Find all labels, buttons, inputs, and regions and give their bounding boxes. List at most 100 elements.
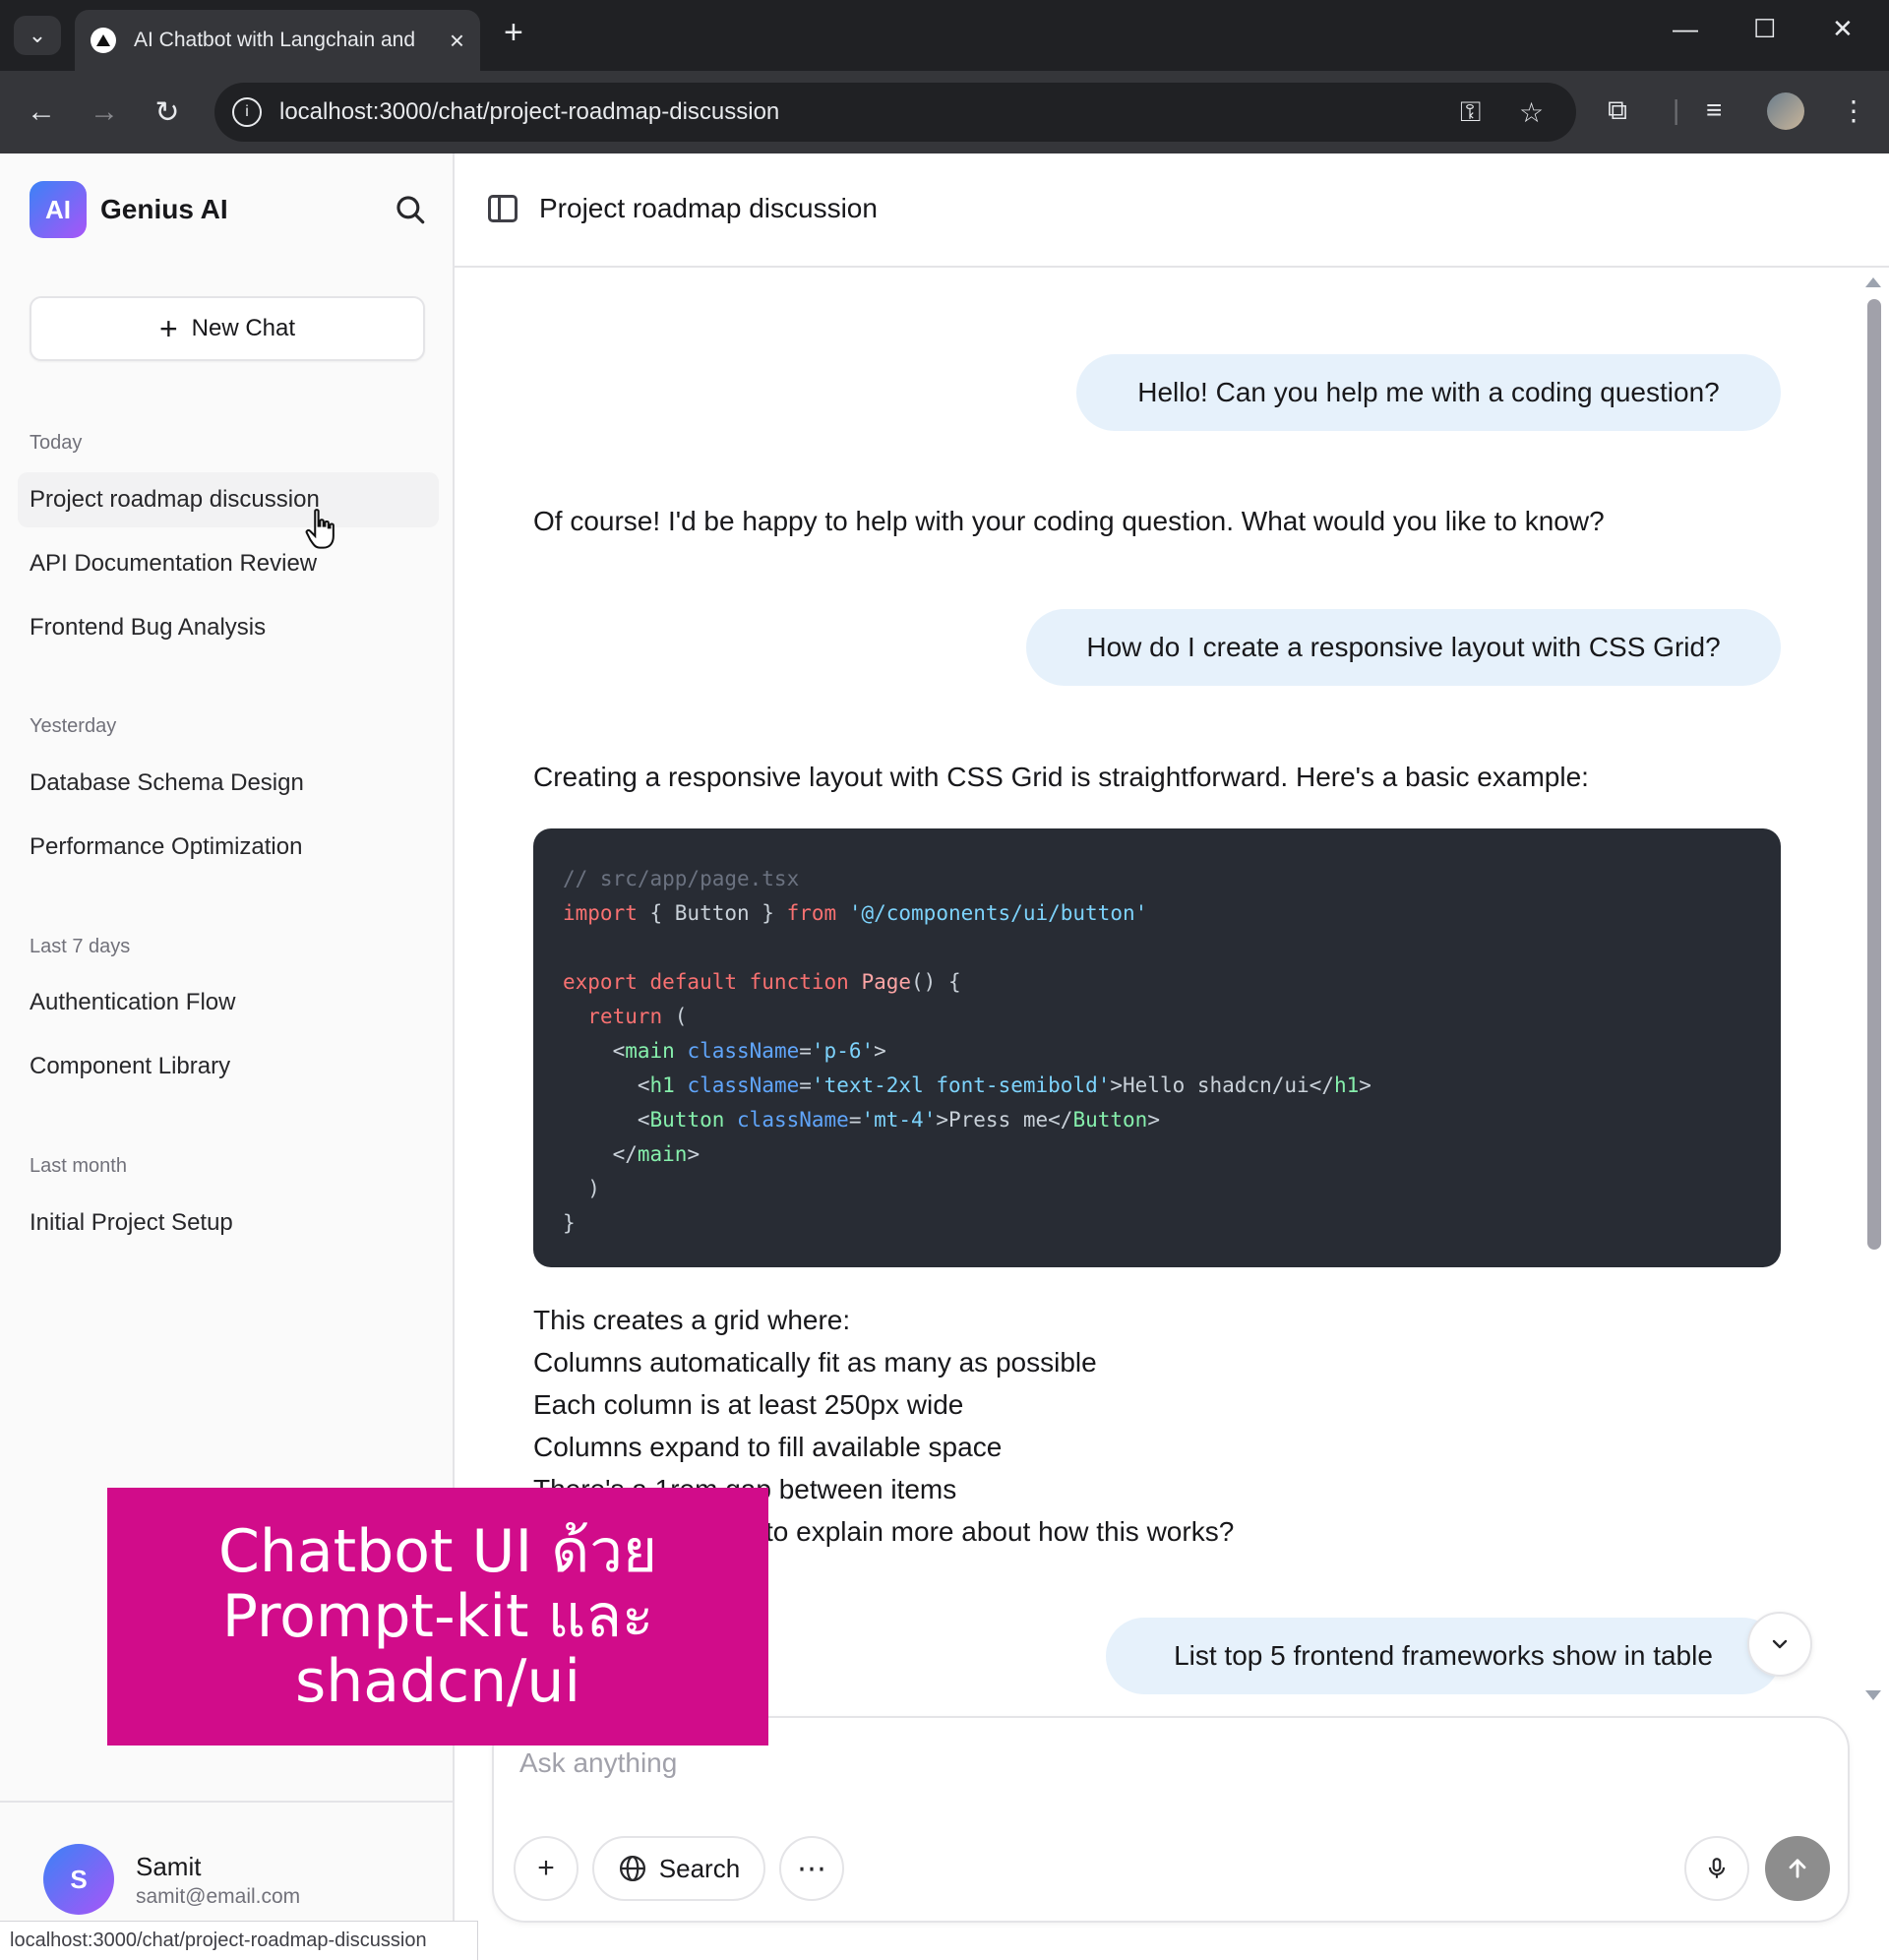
chat-item-label: Database Schema Design [30, 769, 304, 796]
new-chat-label: New Chat [191, 315, 296, 341]
add-attachment-button[interactable]: + [514, 1836, 579, 1901]
chat-header: Project roadmap discussion [455, 153, 1889, 268]
prompt-input[interactable] [519, 1742, 1798, 1785]
group-label-last-month: Last month [30, 1155, 127, 1177]
assistant-line: Each column is at least 250px wide [533, 1389, 964, 1420]
minimize-icon[interactable]: — [1673, 14, 1698, 44]
code-keyword: return [587, 1005, 663, 1028]
hand-cursor-icon [305, 509, 335, 549]
chat-item-auth-flow[interactable]: Authentication Flow [18, 975, 439, 1030]
code-text: ) [587, 1177, 600, 1200]
code-string: 'mt-4' [861, 1108, 937, 1132]
new-tab-button[interactable]: + [504, 14, 523, 52]
chat-item-component-library[interactable]: Component Library [18, 1039, 439, 1094]
app-root: ⌄ AI Chatbot with Langchain and × + — ☐ … [0, 0, 1889, 1960]
forward-icon[interactable]: → [83, 91, 126, 134]
chat-item-label: Project roadmap discussion [30, 486, 320, 513]
code-keyword: import [563, 901, 638, 925]
media-controls-icon[interactable]: ≡ [1706, 94, 1722, 126]
code-tag: h1 [649, 1073, 675, 1097]
chat-item-label: Initial Project Setup [30, 1209, 233, 1236]
overlay-line: Chatbot UI ด้วย [217, 1517, 658, 1586]
site-info-icon[interactable]: i [232, 97, 262, 127]
code-text: Hello shadcn/ui [1123, 1073, 1310, 1097]
user-name: Samit [136, 1852, 202, 1881]
new-chat-button[interactable]: + New Chat [30, 296, 425, 361]
search-toggle-label: Search [658, 1853, 741, 1883]
arrow-up-icon [1789, 1859, 1806, 1878]
link-status-bar: localhost:3000/chat/project-roadmap-disc… [0, 1921, 478, 1960]
overlay-line: Prompt-kit และ [221, 1582, 654, 1651]
code-keyword: from [786, 901, 837, 925]
code-attr: className [687, 1039, 800, 1063]
code-tag: main [625, 1039, 675, 1063]
favicon-icon [91, 28, 116, 53]
globe-icon [619, 1856, 645, 1881]
assistant-message: Of course! I'd be happy to help with you… [533, 506, 1605, 536]
voice-input-button[interactable] [1684, 1836, 1749, 1901]
plus-icon: + [158, 310, 178, 346]
tab-close-icon[interactable]: × [450, 26, 464, 56]
assistant-line: Columns automatically fit as many as pos… [533, 1347, 1097, 1378]
group-label-last-7-days: Last 7 days [30, 936, 131, 957]
code-block: // src/app/page.tsx import { Button } fr… [533, 828, 1781, 1267]
sidebar-toggle-icon[interactable] [488, 195, 518, 222]
brand: AI Genius AI [30, 181, 228, 238]
code-tag: Button [1072, 1108, 1148, 1132]
code-tag: main [637, 1142, 688, 1166]
url-text: localhost:3000/chat/project-roadmap-disc… [279, 98, 780, 125]
chat-item-label: Component Library [30, 1053, 231, 1079]
code-text: ( [662, 1005, 688, 1028]
search-icon[interactable] [394, 193, 427, 226]
overlay-line: shadcn/ui [294, 1647, 581, 1716]
code-string: '@/components/ui/button' [848, 901, 1148, 925]
maximize-icon[interactable]: ☐ [1753, 14, 1776, 44]
scroll-to-bottom-button[interactable] [1747, 1612, 1812, 1677]
code-comment: // src/app/page.tsx [563, 867, 800, 890]
more-options-button[interactable]: ⋯ [779, 1836, 844, 1901]
chat-item-api-docs[interactable]: API Documentation Review [18, 536, 439, 591]
chat-item-frontend-bug[interactable]: Frontend Bug Analysis [18, 600, 439, 655]
chat-item-label: Authentication Flow [30, 989, 236, 1015]
user-message: Hello! Can you help me with a coding que… [1076, 354, 1781, 431]
browser-menu-icon[interactable]: ⋮ [1840, 94, 1867, 127]
group-label-today: Today [30, 432, 83, 454]
search-toggle-button[interactable]: Search [592, 1836, 765, 1901]
code-text: () { [911, 970, 961, 994]
chat-item-initial-setup[interactable]: Initial Project Setup [18, 1195, 439, 1251]
bookmark-star-icon[interactable]: ☆ [1519, 96, 1544, 129]
extensions-icon[interactable]: ⧉ [1608, 94, 1627, 127]
assistant-line: This creates a grid where: [533, 1305, 851, 1335]
assistant-message: Creating a responsive layout with CSS Gr… [533, 762, 1589, 792]
code-function-name: Page [861, 970, 912, 994]
scroll-up-arrow-icon[interactable] [1865, 277, 1881, 287]
send-button[interactable] [1765, 1836, 1830, 1901]
code-attr: className [737, 1108, 849, 1132]
tab-search-button[interactable]: ⌄ [14, 16, 61, 55]
profile-avatar-icon[interactable] [1767, 92, 1804, 130]
page-title: Project roadmap discussion [539, 193, 878, 223]
avatar: S [43, 1844, 114, 1915]
scroll-down-arrow-icon[interactable] [1865, 1690, 1881, 1700]
address-bar[interactable]: i localhost:3000/chat/project-roadmap-di… [214, 83, 1576, 142]
scrollbar-thumb[interactable] [1867, 299, 1881, 1250]
close-window-icon[interactable]: ✕ [1832, 14, 1854, 44]
browser-toolbar: ← → ↻ i localhost:3000/chat/project-road… [0, 71, 1889, 153]
password-key-icon[interactable]: ⚿ [1460, 96, 1481, 129]
user-email: samit@email.com [136, 1885, 301, 1908]
code-keyword: export default function [563, 970, 849, 994]
chat-item-label: Frontend Bug Analysis [30, 614, 267, 641]
chat-item-db-schema[interactable]: Database Schema Design [18, 756, 439, 811]
back-icon[interactable]: ← [20, 91, 63, 134]
chat-item-performance[interactable]: Performance Optimization [18, 820, 439, 875]
chat-item-label: API Documentation Review [30, 550, 318, 577]
code-text: { Button } [637, 901, 787, 925]
reload-icon[interactable]: ↻ [146, 91, 189, 134]
code-text: Press me [948, 1108, 1049, 1132]
chat-item-project-roadmap[interactable]: Project roadmap discussion [18, 472, 439, 527]
browser-tab[interactable]: AI Chatbot with Langchain and × [75, 10, 480, 71]
brand-name: Genius AI [100, 194, 228, 224]
code-tag: Button [649, 1108, 725, 1132]
plus-icon: + [537, 1852, 555, 1884]
group-label-yesterday: Yesterday [30, 715, 117, 737]
